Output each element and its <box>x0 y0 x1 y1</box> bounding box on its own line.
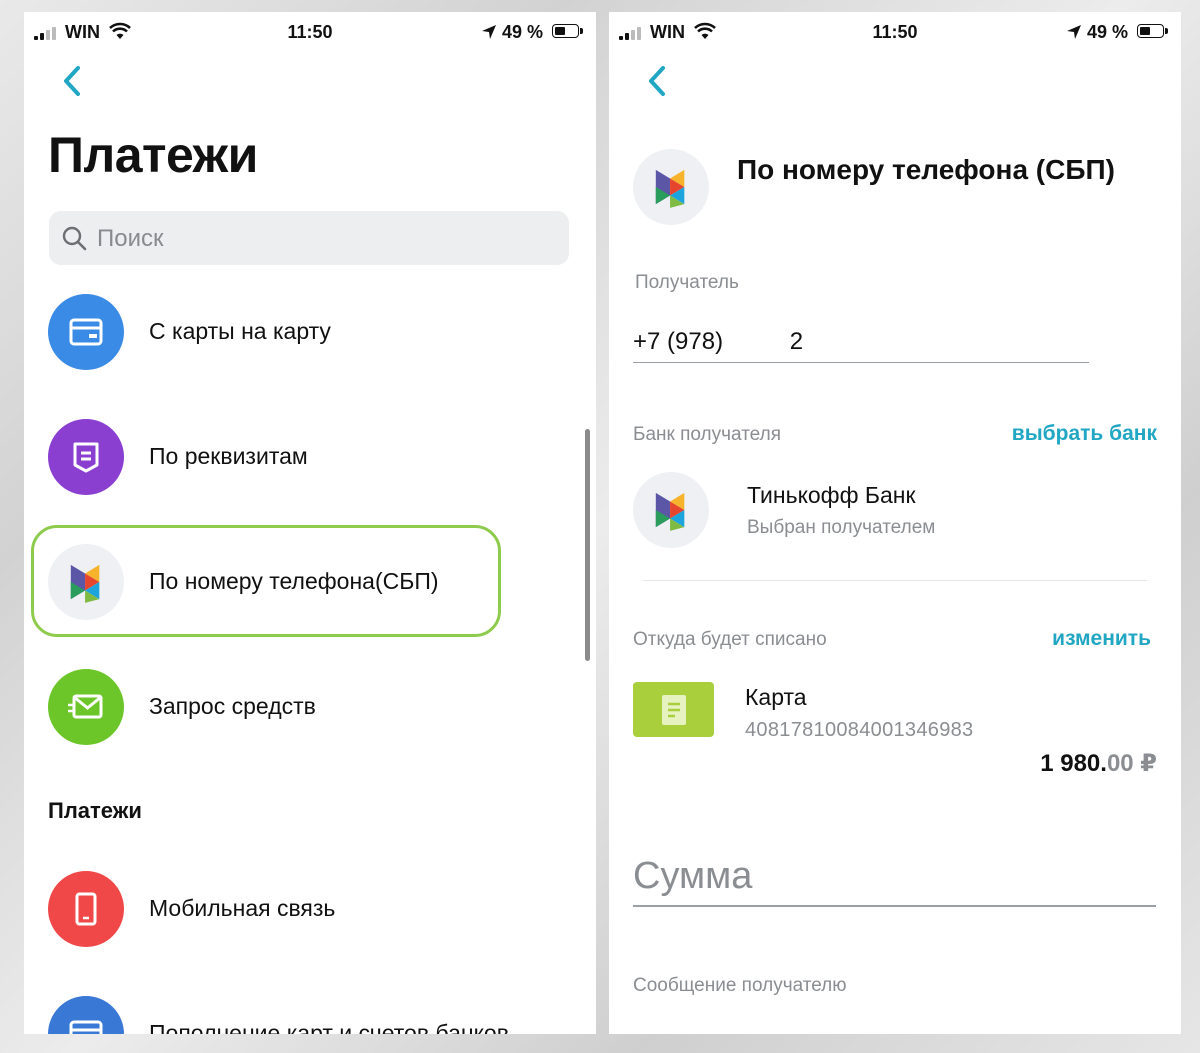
location-arrow-icon <box>1067 25 1081 39</box>
menu-item-request-funds[interactable]: Запрос средств <box>48 667 568 747</box>
back-chevron-icon[interactable] <box>643 62 671 100</box>
payments-screen: WIN 11:50 49 % Платежи Поиск С карты на … <box>24 12 596 1034</box>
menu-item-requisites[interactable]: По реквизитам <box>48 417 568 497</box>
menu-item-sbp[interactable]: По номеру телефона(СБП) <box>48 542 568 622</box>
battery-percent: 49 % <box>1087 22 1129 42</box>
menu-item-label: По номеру телефона(СБП) <box>149 568 439 594</box>
page-title: По номеру телефона (СБП) <box>737 154 1115 185</box>
card-icon <box>48 996 124 1034</box>
menu-item-label: С карты на карту <box>149 318 331 344</box>
menu-item-label: Мобильная связь <box>149 895 336 921</box>
menu-item-top-up[interactable]: Пополнение карт и счетов банков <box>48 994 568 1034</box>
sbp-logo-icon <box>633 149 709 225</box>
menu-item-card-to-card[interactable]: С карты на карту <box>48 292 568 372</box>
card-number: 40817810084001346983 <box>745 719 974 741</box>
status-bar: WIN 11:50 49 % <box>24 12 596 56</box>
search-input[interactable] <box>95 211 559 267</box>
phone-icon <box>48 871 124 947</box>
envelope-icon <box>48 669 124 745</box>
recipient-label: Получатель <box>635 272 739 293</box>
balance-cents: 00 ₽ <box>1106 750 1157 777</box>
card-name: Карта <box>745 684 807 710</box>
battery-icon <box>1137 24 1168 38</box>
page-title: Платежи <box>48 127 258 183</box>
divider <box>643 580 1147 581</box>
sbp-logo-icon <box>633 472 709 548</box>
menu-item-mobile[interactable]: Мобильная связь <box>48 869 568 949</box>
menu-item-label: Пополнение карт и счетов банков <box>149 1020 509 1034</box>
status-bar: WIN 11:50 49 % <box>609 12 1181 56</box>
section-title: Платежи <box>48 798 142 823</box>
phone-field[interactable] <box>633 322 1089 363</box>
back-chevron-icon[interactable] <box>58 62 86 100</box>
message-field[interactable] <box>633 969 1156 1003</box>
bank-label: Банк получателя <box>633 424 781 445</box>
choose-bank-link[interactable]: выбрать банк <box>1012 422 1157 446</box>
search-icon <box>62 226 87 251</box>
card-icon[interactable] <box>633 682 714 737</box>
sbp-logo-icon <box>48 544 124 620</box>
card-icon <box>48 294 124 370</box>
menu-item-label: Запрос средств <box>149 693 316 719</box>
scrollbar[interactable] <box>585 429 590 661</box>
menu-item-label: По реквизитам <box>149 443 308 469</box>
bank-name: Тинькофф Банк <box>747 482 916 508</box>
document-icon <box>48 419 124 495</box>
amount-field[interactable] <box>633 847 1156 907</box>
location-arrow-icon <box>482 25 496 39</box>
change-source-link[interactable]: изменить <box>1052 627 1151 651</box>
bank-status: Выбран получателем <box>747 517 936 538</box>
battery-percent: 49 % <box>502 22 544 42</box>
card-balance: 1 980.00 ₽ <box>1040 749 1157 778</box>
search-bar[interactable] <box>49 211 569 267</box>
battery-icon <box>552 24 583 38</box>
balance-main: 1 980. <box>1040 750 1107 777</box>
sbp-transfer-screen: WIN 11:50 49 % По номеру телефона (СБП) … <box>609 12 1181 1034</box>
source-label: Откуда будет списано <box>633 629 827 650</box>
